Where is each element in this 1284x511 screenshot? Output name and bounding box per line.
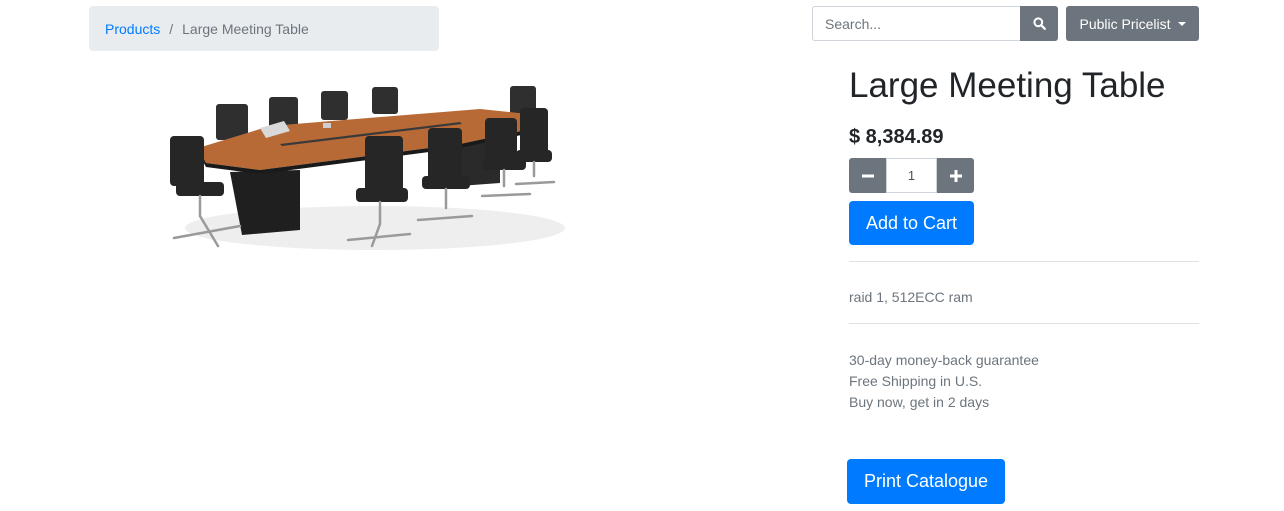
pricelist-dropdown[interactable]: Public Pricelist bbox=[1066, 6, 1199, 41]
search-group bbox=[812, 6, 1058, 41]
quantity-input[interactable] bbox=[886, 158, 937, 193]
search-icon bbox=[1032, 17, 1046, 30]
product-title: Large Meeting Table bbox=[849, 66, 1166, 105]
breadcrumb: Products / Large Meeting Table bbox=[89, 6, 439, 51]
divider bbox=[849, 261, 1199, 262]
search-button[interactable] bbox=[1020, 6, 1058, 41]
guarantee-item: 30-day money-back guarantee bbox=[849, 352, 1039, 368]
breadcrumb-separator: / bbox=[169, 20, 174, 37]
quantity-increase-button[interactable] bbox=[937, 158, 974, 193]
add-to-cart-button[interactable]: Add to Cart bbox=[849, 201, 974, 245]
guarantee-item: Free Shipping in U.S. bbox=[849, 373, 983, 389]
breadcrumb-link-products[interactable]: Products bbox=[105, 21, 160, 37]
print-catalogue-button[interactable]: Print Catalogue bbox=[847, 459, 1005, 504]
product-description: raid 1, 512ECC ram bbox=[849, 289, 973, 305]
pricelist-label: Public Pricelist bbox=[1079, 15, 1171, 32]
breadcrumb-current: Large Meeting Table bbox=[182, 20, 309, 37]
divider bbox=[849, 323, 1199, 324]
product-image[interactable] bbox=[160, 78, 570, 258]
quantity-stepper bbox=[849, 158, 974, 193]
minus-icon bbox=[861, 174, 874, 177]
guarantee-list: 30-day money-back guarantee Free Shippin… bbox=[849, 350, 1039, 413]
plus-icon bbox=[949, 169, 962, 182]
guarantee-item: Buy now, get in 2 days bbox=[849, 394, 990, 410]
search-input[interactable] bbox=[812, 6, 1020, 41]
quantity-decrease-button[interactable] bbox=[849, 158, 886, 193]
caret-down-icon bbox=[1177, 21, 1186, 26]
product-price: $ 8,384.89 bbox=[849, 126, 944, 148]
